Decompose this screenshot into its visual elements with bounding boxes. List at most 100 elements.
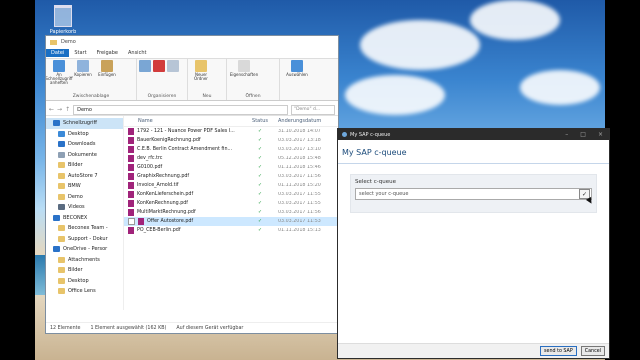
- up-arrow-icon[interactable]: ↑: [65, 106, 70, 113]
- nav-item[interactable]: Downloads: [46, 139, 123, 150]
- file-row[interactable]: C.E.B. Berlin Contract Amendment fin... ✓…: [124, 145, 338, 154]
- folder-icon: [58, 225, 65, 232]
- col-date[interactable]: Änderungsdatum: [278, 118, 338, 124]
- pdf-file-icon: [128, 227, 134, 234]
- move-icon[interactable]: [139, 60, 151, 72]
- maximize-icon[interactable]: □: [580, 131, 586, 138]
- delete-icon[interactable]: [153, 60, 165, 72]
- sync-status-icon: ✓: [257, 165, 263, 170]
- paste-button[interactable]: Einfügen: [96, 60, 118, 86]
- file-name-cell: C.E.B. Berlin Contract Amendment fin...: [124, 146, 242, 153]
- file-list: Name Status Änderungsdatum 1792 - 121 - …: [124, 116, 338, 310]
- folder-icon: [58, 235, 65, 242]
- organize-group-label: Organisieren: [147, 94, 177, 99]
- folder-icon: [58, 183, 65, 190]
- dialog-footer: send to SAP Cancel: [338, 343, 609, 358]
- sync-status-icon: ✓: [257, 156, 263, 161]
- copy-button[interactable]: Kopieren: [72, 60, 94, 86]
- nav-item[interactable]: Bilder: [46, 160, 123, 171]
- file-explorer-window: Demo Datei Start Freigabe Ansicht An Sch…: [45, 35, 339, 334]
- minimize-icon[interactable]: –: [565, 131, 568, 138]
- file-row[interactable]: dev_rfc.trc ✓ 05.12.2018 15:48: [124, 154, 338, 163]
- file-name-cell: Offer Autostore.pdf: [124, 218, 242, 225]
- file-row[interactable]: BauerKoenigRechnung.pdf ✓ 03.03.2017 13:18: [124, 136, 338, 145]
- back-arrow-icon[interactable]: ←: [49, 106, 54, 113]
- tab-share[interactable]: Freigabe: [92, 49, 123, 57]
- letterbox-right: [605, 0, 640, 360]
- cqueue-select[interactable]: select your c-queue ✓: [355, 188, 592, 200]
- tab-file[interactable]: Datei: [46, 49, 70, 57]
- file-row[interactable]: GraphixRechnung.pdf ✓ 03.03.2017 11:56: [124, 172, 338, 181]
- file-date: 03.03.2017 11:56: [278, 210, 321, 215]
- properties-button[interactable]: Eigenschaften: [229, 60, 259, 77]
- file-row[interactable]: G0100.pdf ✓ 01.11.2018 15:46: [124, 163, 338, 172]
- checkbox-icon[interactable]: [128, 218, 135, 225]
- pdf-file-icon: [128, 155, 134, 162]
- file-row[interactable]: Offer Autostore.pdf ✓ 03.03.2017 11:53: [124, 217, 338, 226]
- folder-icon: [58, 288, 65, 295]
- nav-item[interactable]: Videos: [46, 202, 123, 213]
- select-button[interactable]: Auswählen: [282, 60, 312, 77]
- cancel-button[interactable]: Cancel: [580, 346, 605, 356]
- nav-item-label: Attachments: [68, 256, 100, 263]
- nav-item[interactable]: Support - Dokur: [46, 234, 123, 245]
- address-row: ← → ↑ Demo "Demo" d...: [46, 104, 338, 116]
- file-row[interactable]: KonKenRechnung.pdf ✓ 03.03.2017 11:55: [124, 199, 338, 208]
- clipboard-group-label: Zwischenablage: [72, 94, 110, 99]
- nav-item[interactable]: Bilder: [46, 265, 123, 276]
- forward-arrow-icon[interactable]: →: [57, 106, 62, 113]
- new-group: Neuer Ordner Neu: [188, 59, 227, 100]
- pdf-file-icon: [128, 164, 134, 171]
- nav-item[interactable]: Desktop: [46, 276, 123, 287]
- col-status[interactable]: Status: [242, 118, 278, 124]
- select-icon: [291, 60, 303, 72]
- file-row[interactable]: PO_CEB-Berlin.pdf ✓ 01.11.2018 15:13: [124, 226, 338, 235]
- file-row[interactable]: Invoice_Arnold.tif ✓ 01.11.2018 15:20: [124, 181, 338, 190]
- file-row[interactable]: KonKenLieferschein.pdf ✓ 03.03.2017 11:55: [124, 190, 338, 199]
- navigation-pane: Schnellzugriff Desktop Downloads Dokumente B…: [46, 116, 124, 310]
- file-name-cell: KonKenLieferschein.pdf: [124, 191, 242, 198]
- col-name[interactable]: Name: [124, 118, 242, 124]
- recycle-bin-desktop-icon[interactable]: Papierkorb: [43, 5, 83, 35]
- file-row[interactable]: 1792 - 121 - Nuance Power PDF Sales I...…: [124, 127, 338, 136]
- nav-item[interactable]: BECONEX: [46, 213, 123, 224]
- sync-status-icon: ✓: [257, 219, 263, 224]
- pdf-file-icon: [128, 209, 134, 216]
- pin-button[interactable]: An Schnellzugriff anheften: [46, 60, 73, 86]
- open-group: Eigenschaften Öffnen: [227, 59, 280, 100]
- nav-item[interactable]: Schnellzugriff: [46, 118, 123, 129]
- nav-item-label: Bilder: [68, 267, 83, 274]
- pdf-file-icon: [128, 146, 134, 153]
- close-icon[interactable]: ×: [598, 131, 603, 138]
- clipboard-group: An Schnellzugriff anheften Kopieren Einf…: [46, 59, 137, 100]
- cqueue-label: Select c-queue: [355, 179, 396, 185]
- file-date: 03.03.2017 13:18: [278, 138, 321, 143]
- cqueue-select-value: select your c-queue: [359, 191, 409, 197]
- folder-icon: [58, 162, 65, 169]
- search-box[interactable]: "Demo" d...: [291, 104, 335, 115]
- nav-item[interactable]: AutoStore 7: [46, 171, 123, 182]
- nav-item[interactable]: OneDrive - Persor: [46, 244, 123, 255]
- new-folder-button[interactable]: Neuer Ordner: [190, 60, 212, 81]
- organize-group: Organisieren: [137, 59, 188, 100]
- nav-item[interactable]: Demo: [46, 192, 123, 203]
- tab-view[interactable]: Ansicht: [123, 49, 151, 57]
- send-to-sap-button[interactable]: send to SAP: [540, 346, 577, 356]
- address-bar[interactable]: Demo: [73, 104, 288, 115]
- nav-item-label: Bilder: [68, 162, 83, 169]
- nav-item[interactable]: BMW: [46, 181, 123, 192]
- file-row[interactable]: MultiMarktRechnung.pdf ✓ 03.03.2017 11:56: [124, 208, 338, 217]
- file-name-cell: Invoice_Arnold.tif: [124, 182, 242, 189]
- nav-item[interactable]: Attachments: [46, 255, 123, 266]
- file-name: G0100.pdf: [137, 165, 163, 170]
- nav-item[interactable]: Desktop: [46, 129, 123, 140]
- nav-item-label: BECONEX: [63, 214, 88, 221]
- sync-status-icon: ✓: [257, 147, 263, 152]
- dialog-window-title: My SAP c-queue: [350, 131, 391, 138]
- file-date: 05.12.2018 15:48: [278, 156, 321, 161]
- rename-icon[interactable]: [167, 60, 179, 72]
- nav-item[interactable]: Office Lens: [46, 286, 123, 297]
- nav-item[interactable]: Dokumente: [46, 150, 123, 161]
- nav-item[interactable]: Beconex Team -: [46, 223, 123, 234]
- tab-start[interactable]: Start: [69, 49, 91, 57]
